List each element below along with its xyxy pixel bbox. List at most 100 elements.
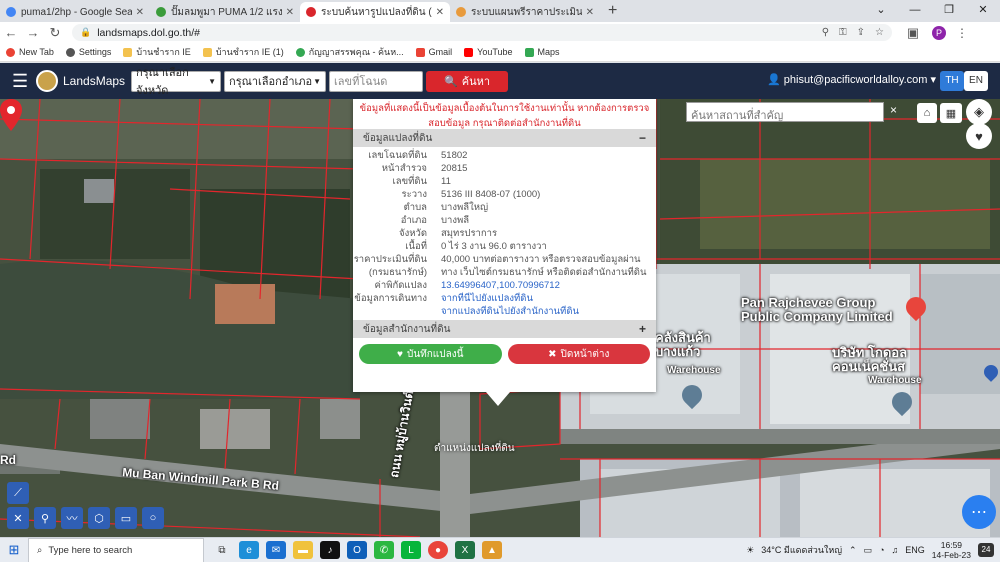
weather-text[interactable]: 34°C มีแดดส่วนใหญ่ (761, 543, 842, 557)
bookmark-item[interactable]: Maps (524, 47, 560, 57)
bookmark-item[interactable]: บ้านชำราก IE (123, 45, 191, 59)
weather-icon[interactable]: ☀ (746, 545, 754, 556)
excel-icon[interactable]: X (455, 541, 475, 559)
chat-icon[interactable]: ⋯ (962, 495, 996, 529)
map-label-company: Pan Rajchevee Group Public Company Limit… (741, 295, 893, 324)
parcel-pin-icon[interactable] (0, 99, 22, 131)
chevron-down-icon[interactable]: ⌄ (864, 0, 898, 20)
notification-badge[interactable]: 24 (978, 543, 994, 557)
browser-tab-active[interactable]: ระบบค้นหารูปแปลงที่ดิน (LandsMaps✕ (300, 2, 450, 22)
new-tab-button[interactable]: + (608, 2, 617, 22)
tiktok-icon[interactable]: ♪ (320, 541, 340, 559)
home-icon[interactable]: ⌂ (917, 103, 937, 123)
polygon-tool-icon[interactable]: ⬡ (88, 507, 110, 529)
heart-icon[interactable]: ♥ (966, 123, 992, 149)
close-icon[interactable]: ✕ (436, 7, 444, 18)
whatsapp-icon[interactable]: ✆ (374, 541, 394, 559)
deed-number-input[interactable]: เลขที่โฉนด (329, 70, 424, 92)
profile-avatar[interactable]: P (932, 25, 946, 40)
taskbar-search[interactable]: ⌕ Type here to search (28, 537, 204, 562)
bookmark-item[interactable]: YouTube (464, 47, 513, 57)
mail-icon[interactable]: ✉ (266, 541, 286, 559)
marker-tool-icon[interactable]: ⚲ (34, 507, 56, 529)
sidepanel-icon[interactable]: ▣ (902, 25, 924, 41)
google-icon (6, 47, 15, 57)
province-select[interactable]: กรุณาเลือกจังหวัด ▼ (131, 67, 222, 97)
minimize-icon[interactable]: — (898, 0, 932, 20)
back-icon[interactable]: ← (0, 25, 22, 40)
outlook-icon[interactable]: O (347, 541, 367, 559)
bookmark-item[interactable]: Gmail (415, 47, 452, 57)
lang-th-button[interactable]: TH (940, 71, 964, 91)
edge-icon[interactable]: e (239, 541, 259, 559)
reload-icon[interactable]: ↻ (44, 25, 66, 41)
taskbar-clock[interactable]: 16:59 14-Feb-23 (932, 540, 971, 560)
keyboard-lang[interactable]: ENG (905, 545, 925, 555)
coordinate-link[interactable]: 13.64996407,100.70996712 (441, 279, 656, 292)
language-switch: TH EN (940, 71, 988, 91)
close-window-icon[interactable]: ✕ (966, 0, 1000, 20)
clear-search-icon[interactable]: × (890, 103, 897, 117)
treasury-icon (456, 7, 466, 17)
save-parcel-button[interactable]: ♥ บันทึกแปลงนี้ (359, 344, 502, 364)
bookmark-item[interactable]: บ้านชำราก IE (1) (202, 45, 284, 59)
key-icon[interactable]: ⚿ (839, 27, 847, 38)
browser-tab[interactable]: puma1/2hp - Google Search✕ (0, 2, 150, 22)
file-explorer-icon[interactable]: ▬ (293, 541, 313, 559)
route-to-office-link[interactable]: จากแปลงที่ดินไปยังสำนักงานที่ดิน (441, 305, 656, 318)
forward-icon[interactable]: → (22, 25, 44, 40)
photos-icon[interactable]: ▲ (482, 541, 502, 559)
task-view-icon[interactable]: ⧉ (212, 541, 232, 559)
bookmark-item[interactable]: Settings (65, 47, 111, 57)
chrome-icon[interactable]: ● (428, 541, 448, 559)
share-icon[interactable]: ⇪ (857, 27, 865, 38)
bookmark-item[interactable]: New Tab (6, 47, 54, 57)
wifi-icon[interactable]: ◔ (879, 545, 884, 555)
location-icon[interactable]: ⚲ (822, 27, 829, 38)
close-icon[interactable]: ✕ (136, 7, 144, 18)
office-section-header[interactable]: ข้อมูลสำนักงานที่ดิน + (353, 320, 656, 338)
circle-tool-icon[interactable]: ○ (142, 507, 164, 529)
browser-tab[interactable]: ระบบแผนพรีราคาประเมิน - กรมธนารักษ์✕ (450, 2, 600, 22)
parcel-details: เลขโฉนดที่ดิน 51802 หน้าสำรวจ 20815 เลขที่… (353, 147, 656, 320)
expand-icon[interactable]: + (639, 322, 646, 336)
route-to-parcel-link[interactable]: จากที่นี่ไปยังแปลงที่ดิน (441, 292, 656, 305)
close-icon[interactable]: ✕ (586, 7, 594, 18)
line-icon[interactable]: L (401, 541, 421, 559)
bookmark-item[interactable]: กัญญาสรรพคุณ - ค้นห... (295, 45, 404, 59)
restore-icon[interactable]: ❐ (932, 0, 966, 20)
search-button[interactable]: 🔍 ค้นหา (426, 70, 509, 92)
browser-tab[interactable]: ปั๊มลมพูมา PUMA 1/2 แรงม้า รุ่น PP✕ (150, 2, 300, 22)
place-search-input[interactable]: ค้นหาสถานที่สำคัญ (686, 102, 884, 122)
heart-icon: ♥ (397, 348, 403, 360)
tray-overflow-icon[interactable]: ⌃ (849, 545, 857, 556)
star-icon[interactable]: ☆ (875, 27, 884, 38)
map-canvas[interactable]: ค้นหาสถานที่สำคัญ × ⌂ ▦ ◈ ♥ Pan Rajcheve… (0, 99, 1000, 537)
lock-icon[interactable]: 🔒 (80, 27, 91, 38)
parcel-section-header[interactable]: ข้อมูลแปลงที่ดิน − (353, 129, 656, 147)
more-menu-icon[interactable]: ⋮ (956, 26, 968, 40)
shop-icon (156, 7, 166, 17)
layers-icon[interactable]: ◈ (966, 99, 992, 125)
address-bar[interactable]: 🔒 landsmaps.dol.go.th/# ⚲ ⚿ ⇪ ☆ (72, 24, 892, 41)
detail-row: เนื้อที่ 0 ไร่ 3 งาน 96.0 ตารางวา (405, 241, 547, 252)
detail-row: เลขโฉนดที่ดิน 51802 (368, 150, 468, 161)
ruler-icon[interactable]: ⟋ (7, 482, 29, 504)
volume-icon[interactable]: ♫ (892, 545, 899, 555)
collapse-icon[interactable]: − (639, 131, 646, 145)
network-icon[interactable]: ▭ (864, 545, 873, 556)
detail-row: ราคาประเมินที่ดิน 40,000 บาทต่อตารางวา หร… (353, 254, 641, 265)
lang-en-button[interactable]: EN (964, 71, 988, 91)
cross-tool-icon[interactable]: ✕ (7, 507, 29, 529)
grid-icon[interactable]: ▦ (940, 103, 962, 123)
close-icon[interactable]: ✕ (286, 7, 294, 18)
line-tool-icon[interactable]: 〰 (61, 507, 83, 529)
rectangle-tool-icon[interactable]: ▭ (115, 507, 137, 529)
close-popup-button[interactable]: ✖ ปิดหน้าต่าง (507, 344, 650, 364)
youtube-icon (464, 47, 474, 57)
windows-start-icon[interactable]: ⊞ (0, 542, 28, 558)
detail-row: อำเภอ บางพลี (400, 215, 470, 226)
user-menu[interactable]: 👤 phisut@pacificworldalloy.com ▾ (767, 73, 936, 86)
district-select[interactable]: กรุณาเลือกอำเภอ ▼ (224, 70, 327, 92)
menu-icon[interactable]: ☰ (12, 71, 32, 92)
